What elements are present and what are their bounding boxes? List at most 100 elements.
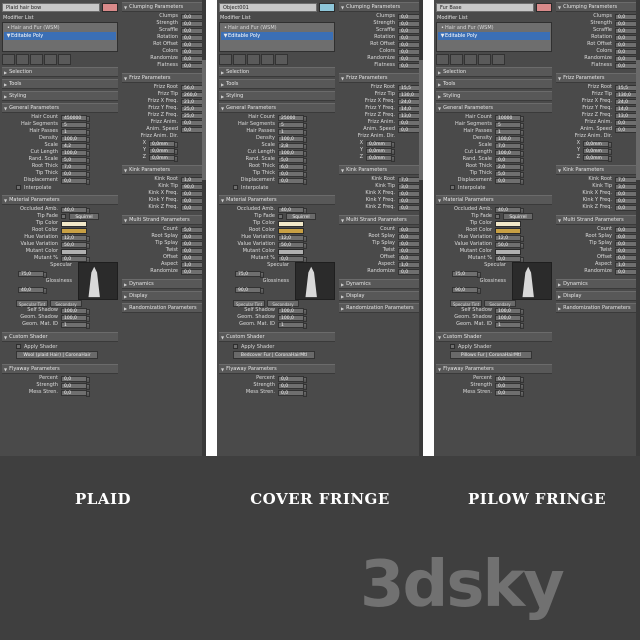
rollout-header-selection[interactable]: ▶ Selection <box>2 67 118 77</box>
make-unique-icon[interactable] <box>30 54 43 65</box>
modifier-item[interactable]: ▼ Editable Poly <box>438 32 550 40</box>
param-spinner[interactable]: 40,0 <box>495 206 524 214</box>
specular-spinner[interactable]: 75,0 <box>235 270 264 278</box>
param-spinner[interactable]: 450000 <box>61 114 90 122</box>
param-spinner[interactable]: 12,0 <box>278 234 307 242</box>
checkbox-row-interpolate[interactable]: Interpolate <box>436 184 552 191</box>
param-spinner[interactable]: 50,0 <box>495 241 524 249</box>
rollout-header-flyaway[interactable]: ▼ Flyaway Parameters <box>436 364 552 374</box>
axis-spinner[interactable]: 0,0mm <box>583 140 612 148</box>
preset-button[interactable]: Squirrel <box>286 213 316 220</box>
rollout-header-dynamics[interactable]: ▶ Dynamics <box>339 279 423 289</box>
rollout-header-dynamics[interactable]: ▶ Dynamics <box>556 279 640 289</box>
param-spinner[interactable]: 50,0 <box>61 241 90 249</box>
axis-spinner[interactable]: 0,0mm <box>366 154 395 162</box>
color-swatch-root-color[interactable] <box>61 227 87 234</box>
object-name-field[interactable]: Object001 <box>219 2 317 12</box>
modifier-item[interactable]: • Hair and Fur (WSM) <box>438 24 550 32</box>
rollout-header-styling[interactable]: ▶ Styling <box>436 91 552 101</box>
checkbox-row-apply-shader[interactable]: Apply Shader <box>2 343 118 350</box>
param-spinner[interactable]: 5 <box>61 121 90 129</box>
color-swatch-tip-color[interactable] <box>278 220 304 227</box>
rollout-header-tools[interactable]: ▶ Tools <box>219 79 335 89</box>
param-spinner[interactable]: 12,0 <box>61 234 90 242</box>
panel-scrollbar-thumb[interactable] <box>636 60 640 180</box>
param-spinner[interactable]: 100,0 <box>495 149 524 157</box>
modifier-list[interactable]: • Hair and Fur (WSM) ▼ Editable Poly <box>436 22 552 52</box>
param-spinner[interactable]: 1 <box>495 321 524 329</box>
param-spinner[interactable]: 5 <box>495 121 524 129</box>
rollout-header-clumping[interactable]: ▼ Clumping Parameters <box>339 2 423 12</box>
rollout-header-multistrand[interactable]: ▼ Multi Strand Parameters <box>339 215 423 225</box>
param-spinner[interactable]: 1 <box>61 321 90 329</box>
param-spinner[interactable]: 0,0 <box>278 170 307 178</box>
param-spinner[interactable]: 5,0 <box>495 170 524 178</box>
secondary-tint-button[interactable]: Secondary <box>50 300 82 307</box>
param-spinner[interactable]: 7,0 <box>61 163 90 171</box>
param-spinner[interactable]: 0,0 <box>495 156 524 164</box>
specular-spinner[interactable]: 75,0 <box>452 270 481 278</box>
checkbox-apply-shader[interactable] <box>16 344 21 349</box>
checkbox-row-interpolate[interactable]: Interpolate <box>219 184 335 191</box>
stack-pin-icon[interactable] <box>436 54 449 65</box>
param-spinner[interactable]: 0,0 <box>61 170 90 178</box>
remove-modifier-icon[interactable] <box>261 54 274 65</box>
checkbox-apply-shader[interactable] <box>450 344 455 349</box>
rollout-header-custom-shader[interactable]: ▼ Custom Shader <box>219 332 335 342</box>
color-swatch-mutant-color[interactable] <box>61 248 87 255</box>
secondary-tint-button[interactable]: Secondary <box>484 300 516 307</box>
rollout-header-randomization[interactable]: ▶ Randomization Parameters <box>122 303 206 313</box>
param-spinner[interactable]: 0,0 <box>61 389 90 397</box>
param-spinner[interactable]: 0,0 <box>495 389 524 397</box>
modifier-list[interactable]: • Hair and Fur (WSM) ▼ Editable Poly <box>219 22 335 52</box>
param-spinner[interactable]: 50,0 <box>278 241 307 249</box>
show-end-result-icon[interactable] <box>233 54 246 65</box>
checkbox-tip-fade[interactable] <box>495 214 500 219</box>
rollout-header-dynamics[interactable]: ▶ Dynamics <box>122 279 206 289</box>
param-spinner[interactable]: 100,0 <box>278 314 307 322</box>
shader-assign-button[interactable]: Wool (plaid Hair) | CoronaHair <box>16 351 98 359</box>
shader-assign-button[interactable]: Pillows Fur | CoronaHairMtl <box>450 351 532 359</box>
panel-scrollbar-thumb[interactable] <box>419 60 423 180</box>
color-swatch-tip-color[interactable] <box>61 220 87 227</box>
object-color-swatch[interactable] <box>319 2 335 12</box>
checkbox-apply-shader[interactable] <box>233 344 238 349</box>
modifier-item[interactable]: • Hair and Fur (WSM) <box>221 24 333 32</box>
rollout-header-clumping[interactable]: ▼ Clumping Parameters <box>556 2 640 12</box>
param-spinner[interactable]: 0,0 <box>495 177 524 185</box>
rollout-header-multistrand[interactable]: ▼ Multi Strand Parameters <box>556 215 640 225</box>
rollout-header-clumping[interactable]: ▼ Clumping Parameters <box>122 2 206 12</box>
param-spinner[interactable]: 1 <box>278 321 307 329</box>
axis-spinner[interactable]: 0,0mm <box>149 140 178 148</box>
param-spinner[interactable]: 5 <box>278 121 307 129</box>
axis-spinner[interactable]: 0,0mm <box>149 147 178 155</box>
make-unique-icon[interactable] <box>464 54 477 65</box>
rollout-header-display[interactable]: ▶ Display <box>556 291 640 301</box>
stack-pin-icon[interactable] <box>2 54 15 65</box>
rollout-header-kink[interactable]: ▼ Kink Parameters <box>122 165 206 175</box>
rollout-header-general[interactable]: ▼ General Parameters <box>2 103 118 113</box>
rollout-header-flyaway[interactable]: ▼ Flyaway Parameters <box>2 364 118 374</box>
axis-spinner[interactable]: 0,0mm <box>149 154 178 162</box>
rollout-header-custom-shader[interactable]: ▼ Custom Shader <box>2 332 118 342</box>
rollout-header-frizz[interactable]: ▼ Frizz Parameters <box>556 73 640 83</box>
axis-spinner[interactable]: 0,0mm <box>583 154 612 162</box>
rollout-header-kink[interactable]: ▼ Kink Parameters <box>556 165 640 175</box>
glossiness-spinner[interactable]: 40,0 <box>18 286 47 294</box>
color-swatch-mutant-color[interactable] <box>495 248 521 255</box>
param-spinner[interactable]: 100,0 <box>495 307 524 315</box>
rollout-header-material[interactable]: ▼ Material Parameters <box>219 195 335 205</box>
checkbox-row-apply-shader[interactable]: Apply Shader <box>219 343 335 350</box>
rollout-header-frizz[interactable]: ▼ Frizz Parameters <box>339 73 423 83</box>
param-spinner[interactable]: 40,0 <box>278 206 307 214</box>
specular-tint-button[interactable]: Specular Tint <box>233 300 265 307</box>
axis-spinner[interactable]: 0,0mm <box>583 147 612 155</box>
rollout-header-selection[interactable]: ▶ Selection <box>219 67 335 77</box>
remove-modifier-icon[interactable] <box>44 54 57 65</box>
object-name-field[interactable]: Fur Base <box>436 2 534 12</box>
rollout-header-multistrand[interactable]: ▼ Multi Strand Parameters <box>122 215 206 225</box>
param-spinner[interactable]: 0,0 <box>278 375 307 383</box>
stack-pin-icon[interactable] <box>219 54 232 65</box>
color-swatch-mutant-color[interactable] <box>278 248 304 255</box>
rollout-header-kink[interactable]: ▼ Kink Parameters <box>339 165 423 175</box>
